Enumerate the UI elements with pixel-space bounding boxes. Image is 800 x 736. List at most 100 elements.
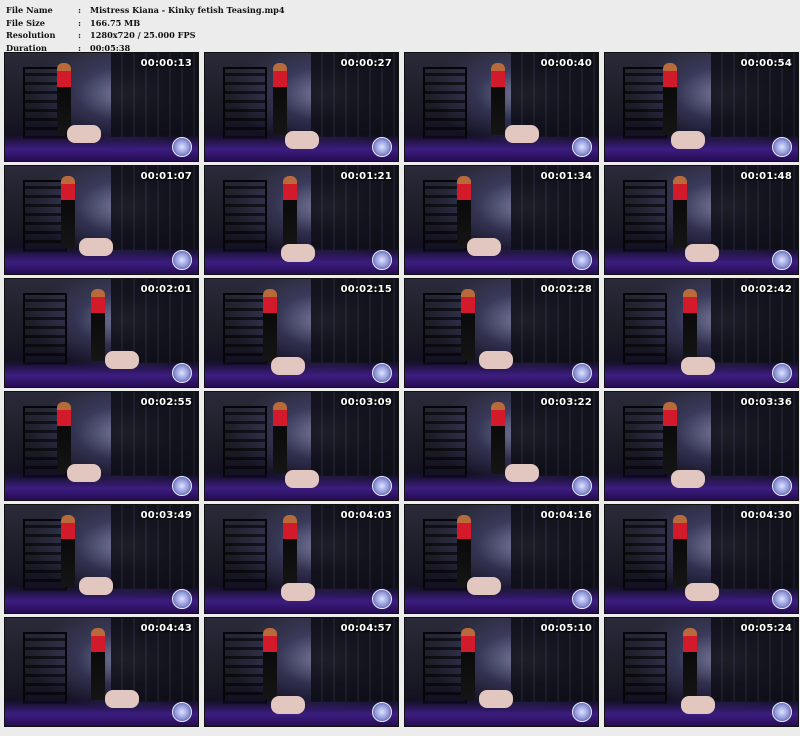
kneeling-figure [505, 125, 539, 143]
watermark-logo-icon [372, 250, 392, 270]
file-size-value: 166.75 MB [90, 17, 141, 28]
file-name-label: File Name [6, 5, 53, 15]
standing-figure [461, 289, 475, 361]
file-info-header: File Name : Mistress Kiana - Kinky fetis… [6, 4, 285, 54]
throne-chair [623, 519, 667, 591]
kneeling-figure [105, 690, 139, 708]
throne-chair [223, 67, 267, 139]
watermark-logo-icon [772, 250, 792, 270]
resolution-row: Resolution : 1280x720 / 25.000 FPS [6, 29, 285, 42]
video-thumbnail: 00:01:48 [604, 165, 799, 275]
timestamp-label: 00:01:34 [540, 171, 592, 182]
separator: : [78, 30, 82, 40]
standing-figure [91, 289, 105, 361]
purple-floor [5, 135, 198, 161]
resolution-value: 1280x720 / 25.000 FPS [90, 30, 196, 40]
kneeling-figure [681, 357, 715, 375]
thumbnail-grid: 00:00:13 00:00:27 00:00:40 00:00:54 00:01:07… [0, 52, 800, 736]
kneeling-figure [285, 470, 319, 488]
kneeling-figure [105, 351, 139, 369]
video-thumbnail: 00:00:27 [204, 52, 399, 162]
kneeling-figure [79, 238, 113, 256]
timestamp-label: 00:04:43 [140, 623, 192, 634]
video-thumbnail: 00:03:49 [4, 504, 199, 614]
standing-figure [491, 63, 505, 135]
watermark-logo-icon [372, 363, 392, 383]
video-thumbnail: 00:03:09 [204, 391, 399, 501]
kneeling-figure [681, 696, 715, 714]
purple-floor [5, 361, 198, 387]
kneeling-figure [685, 583, 719, 601]
standing-figure [673, 176, 687, 248]
kneeling-figure [67, 464, 101, 482]
watermark-logo-icon [572, 363, 592, 383]
purple-floor [405, 248, 598, 274]
watermark-logo-icon [372, 137, 392, 157]
video-thumbnail: 00:01:34 [404, 165, 599, 275]
kneeling-figure [467, 238, 501, 256]
watermark-logo-icon [572, 702, 592, 722]
video-thumbnail: 00:00:40 [404, 52, 599, 162]
watermark-logo-icon [772, 589, 792, 609]
file-name-row: File Name : Mistress Kiana - Kinky fetis… [6, 4, 285, 17]
standing-figure [61, 515, 75, 587]
standing-figure [673, 515, 687, 587]
timestamp-label: 00:04:30 [740, 510, 792, 521]
kneeling-figure [479, 351, 513, 369]
video-thumbnail: 00:00:13 [4, 52, 199, 162]
watermark-logo-icon [372, 589, 392, 609]
timestamp-label: 00:00:13 [140, 58, 192, 69]
timestamp-label: 00:00:54 [740, 58, 792, 69]
timestamp-label: 00:04:16 [540, 510, 592, 521]
video-thumbnail: 00:03:36 [604, 391, 799, 501]
kneeling-figure [79, 577, 113, 595]
kneeling-figure [281, 583, 315, 601]
watermark-logo-icon [572, 476, 592, 496]
watermark-logo-icon [772, 702, 792, 722]
standing-figure [57, 402, 71, 474]
standing-figure [263, 628, 277, 700]
watermark-logo-icon [172, 589, 192, 609]
throne-chair [623, 293, 667, 365]
throne-chair [423, 406, 467, 478]
watermark-logo-icon [372, 476, 392, 496]
video-thumbnail: 00:02:15 [204, 278, 399, 388]
purple-floor [405, 587, 598, 613]
video-thumbnail: 00:04:03 [204, 504, 399, 614]
resolution-label: Resolution [6, 30, 56, 40]
video-thumbnail: 00:02:42 [604, 278, 799, 388]
purple-floor [5, 474, 198, 500]
watermark-logo-icon [572, 137, 592, 157]
throne-chair [223, 180, 267, 252]
watermark-logo-icon [772, 363, 792, 383]
standing-figure [91, 628, 105, 700]
timestamp-label: 00:03:36 [740, 397, 792, 408]
video-thumbnail: 00:04:43 [4, 617, 199, 727]
separator: : [78, 5, 82, 15]
file-size-label: File Size [6, 17, 45, 28]
timestamp-label: 00:00:27 [340, 58, 392, 69]
video-thumbnail: 00:05:24 [604, 617, 799, 727]
watermark-logo-icon [772, 476, 792, 496]
video-thumbnail: 00:01:07 [4, 165, 199, 275]
watermark-logo-icon [372, 702, 392, 722]
timestamp-label: 00:02:55 [140, 397, 192, 408]
standing-figure [273, 402, 287, 474]
timestamp-label: 00:01:07 [140, 171, 192, 182]
kneeling-figure [685, 244, 719, 262]
watermark-logo-icon [772, 137, 792, 157]
timestamp-label: 00:05:10 [540, 623, 592, 634]
standing-figure [283, 515, 297, 587]
throne-chair [623, 180, 667, 252]
video-thumbnail: 00:04:16 [404, 504, 599, 614]
file-name-value: Mistress Kiana - Kinky fetish Teasing.mp… [90, 5, 285, 15]
timestamp-label: 00:02:42 [740, 284, 792, 295]
standing-figure [683, 628, 697, 700]
standing-figure [263, 289, 277, 361]
video-thumbnail: 00:01:21 [204, 165, 399, 275]
file-size-row: File Size : 166.75 MB [6, 17, 285, 30]
kneeling-figure [285, 131, 319, 149]
standing-figure [57, 63, 71, 135]
timestamp-label: 00:04:03 [340, 510, 392, 521]
purple-floor [405, 135, 598, 161]
